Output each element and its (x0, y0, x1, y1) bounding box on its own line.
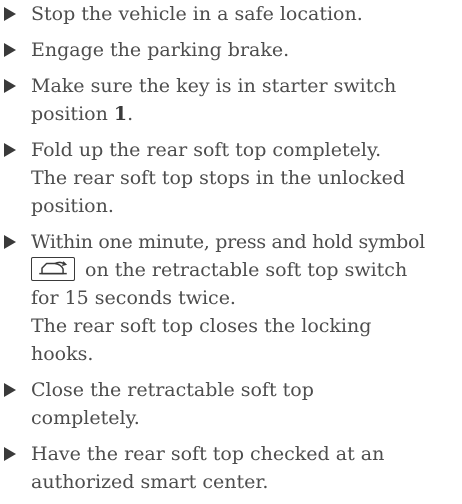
step-3-text-end: . (127, 103, 134, 125)
step-arrow-icon (4, 447, 16, 461)
step-4-result-line-2: position. (31, 195, 114, 217)
step-2-text: Engage the parking brake. (31, 39, 290, 61)
step-arrow-icon (4, 7, 16, 21)
step-7-text-line-2: authorized smart center. (31, 471, 269, 493)
step-5-result-line-1: The rear soft top closes the locking (31, 315, 372, 337)
step-3-text-line-1: Make sure the key is in starter switch (31, 75, 397, 97)
step-arrow-icon (4, 235, 16, 249)
step-6-text-line-1: Close the retractable soft top (31, 379, 314, 401)
step-4: Fold up the rear soft top completely. Th… (0, 136, 460, 220)
step-6-text-line-2: completely. (31, 407, 140, 429)
step-4-result-line-1: The rear soft top stops in the unlocked (31, 167, 405, 189)
step-5-text-line-1: Within one minute, press and hold symbol (31, 231, 425, 253)
step-2: Engage the parking brake. (0, 36, 460, 64)
step-3: Make sure the key is in starter switch p… (0, 72, 460, 128)
step-6: Close the retractable soft top completel… (0, 376, 460, 432)
step-arrow-icon (4, 143, 16, 157)
step-5-text-line-3: for 15 seconds twice. (31, 287, 236, 309)
starter-switch-position: 1 (113, 103, 128, 125)
step-arrow-icon (4, 43, 16, 57)
step-4-text: Fold up the rear soft top completely. (31, 139, 382, 161)
step-7-text-line-1: Have the rear soft top checked at an (31, 443, 385, 465)
step-3-text-line-2: position 1. (31, 100, 460, 128)
step-5-text-line-2: on the retractable soft top switch (31, 256, 460, 284)
step-5-text-after-icon: on the retractable soft top switch (79, 259, 408, 281)
step-arrow-icon (4, 383, 16, 397)
instruction-list: Stop the vehicle in a safe location. Eng… (0, 0, 462, 504)
step-5: Within one minute, press and hold symbol… (0, 228, 460, 368)
convertible-top-symbol-icon (31, 257, 75, 281)
step-7: Have the rear soft top checked at an aut… (0, 440, 460, 496)
step-1-text: Stop the vehicle in a safe location. (31, 3, 363, 25)
step-5-result-line-2: hooks. (31, 343, 94, 365)
step-1: Stop the vehicle in a safe location. (0, 0, 460, 28)
step-3-text-wrap: position (31, 103, 114, 125)
step-arrow-icon (4, 79, 16, 93)
